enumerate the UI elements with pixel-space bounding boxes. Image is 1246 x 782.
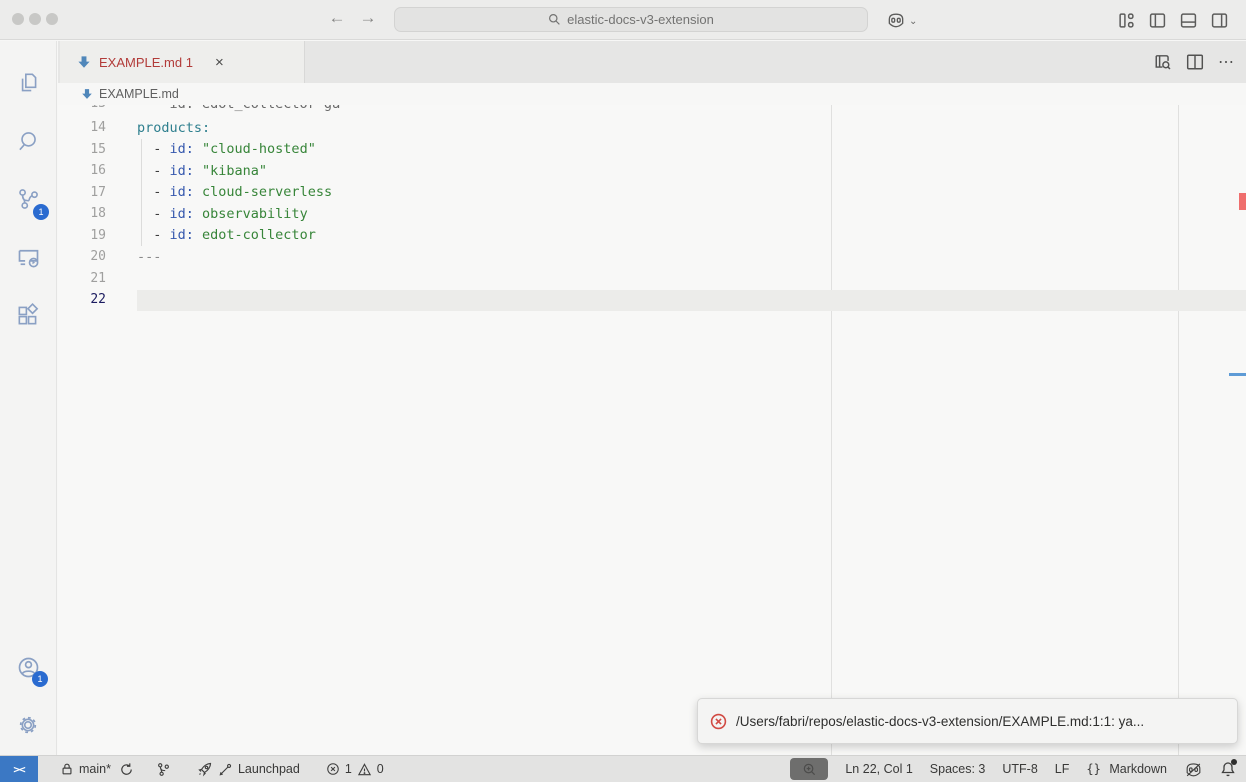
branch-label: main* [79,762,111,776]
notifications-bell[interactable] [1220,761,1236,777]
code-line: 21 [58,268,1246,290]
extensions-icon [15,302,41,328]
lock-icon [60,762,74,776]
code-line: 17 - id: cloud-serverless [58,182,1246,204]
back-icon[interactable]: ← [325,8,349,28]
markdown-file-icon [77,55,91,69]
chevron-down-icon[interactable]: ⌄ [909,16,917,27]
code-line: 14 products: [58,117,1246,139]
forward-icon[interactable]: → [356,8,380,28]
indentation[interactable]: Spaces: 3 [930,762,986,776]
close-icon[interactable]: × [215,54,224,71]
warning-count-icon [357,762,372,777]
sidebar-item-settings[interactable] [0,701,56,749]
cursor-position[interactable]: Ln 22, Col 1 [845,762,912,776]
search-icon [15,128,41,154]
tab-label: EXAMPLE.md 1 [99,55,193,70]
language-label: Markdown [1109,762,1167,776]
active-line-number: 22 [58,292,106,307]
code-line: 15 - id: "cloud-hosted" [58,139,1246,161]
error-count: 1 [345,762,352,776]
tab-example-md[interactable]: EXAMPLE.md 1 × [60,41,305,83]
tab-error-count: 1 [186,55,193,70]
language-mode[interactable]: {} Markdown [1086,762,1167,776]
markdown-file-icon [81,88,93,100]
rocket-icon [197,761,213,777]
sync-icon [119,762,134,777]
run-and-debug-icon [15,244,42,271]
toggle-secondary-sidebar-icon[interactable] [1211,12,1229,30]
breadcrumb[interactable]: EXAMPLE.md [58,83,1246,105]
sidebar-item-source-control[interactable]: 1 [0,175,56,223]
overview-ruler-error-marker [1239,193,1246,210]
account-badge: 1 [32,671,48,687]
scm-graph-icon [156,762,171,777]
notification-message: /Users/fabri/repos/elastic-docs-v3-exten… [736,714,1144,729]
titlebar: ← → elastic-docs-v3-extension ⌄ [0,0,1246,40]
toggle-panel-icon[interactable] [1180,12,1198,30]
scm-graph-status-item[interactable] [150,756,177,782]
scm-badge: 1 [33,204,49,220]
copilot-icon[interactable] [886,11,904,29]
clipped-code-line: 13 - id: edot_collector ga [58,105,1246,115]
breadcrumb-file: EXAMPLE.md [99,87,179,101]
error-notification-toast[interactable]: /Users/fabri/repos/elastic-docs-v3-exten… [697,698,1238,744]
branch-status-item[interactable]: main* [54,756,140,782]
sidebar-item-accounts[interactable]: 1 [0,643,56,691]
activity-bar: 1 1 [0,41,57,755]
code-line: 19 - id: edot-collector [58,225,1246,247]
warning-count: 0 [377,762,384,776]
bell-badge-dot [1231,759,1237,765]
sidebar-item-explorer[interactable] [0,59,56,107]
customize-layout-icon[interactable] [1118,12,1136,30]
tab-bar: EXAMPLE.md 1 × ⋯ [58,41,1246,83]
code-line: 18 - id: observability [58,203,1246,225]
sidebar-item-run-and-debug[interactable] [0,233,56,281]
overview-ruler-cursor-marker [1229,373,1246,376]
error-count-icon [326,762,340,776]
files-icon [15,70,41,96]
status-bar: >< main* [0,755,1246,782]
zoom-status-item[interactable] [790,758,828,780]
launchpad-status-item[interactable]: Launchpad [191,756,306,782]
error-icon [710,713,727,730]
zoom-in-icon [802,762,817,777]
encoding[interactable]: UTF-8 [1002,762,1037,776]
remote-indicator[interactable]: >< [0,756,38,782]
window-close-button[interactable] [12,13,24,25]
editor[interactable]: 13 - id: edot_collector ga 14 products: … [58,105,1246,755]
toggle-primary-sidebar-icon[interactable] [1149,12,1167,30]
eol-sequence[interactable]: LF [1055,762,1070,776]
pen-rocket-icon [218,762,233,777]
search-label: elastic-docs-v3-extension [567,12,714,27]
copilot-disabled-icon[interactable] [1184,761,1203,778]
search-icon [548,13,561,26]
sidebar-item-search[interactable] [0,117,56,165]
sidebar-item-extensions[interactable] [0,291,56,339]
code-line: 20 --- [58,246,1246,268]
split-editor-icon[interactable] [1186,53,1204,71]
code-line: 22 [58,289,1246,311]
open-preview-icon[interactable] [1154,53,1172,71]
code-line: 16 - id: "kibana" [58,160,1246,182]
window-zoom-button[interactable] [46,13,58,25]
problems-status-item[interactable]: 1 0 [320,756,390,782]
launchpad-label: Launchpad [238,762,300,776]
braces-icon: {} [1086,762,1100,776]
window-minimize-button[interactable] [29,13,41,25]
more-actions-icon[interactable]: ⋯ [1218,52,1234,72]
gear-icon [15,712,41,738]
command-center-search[interactable]: elastic-docs-v3-extension [394,7,868,32]
